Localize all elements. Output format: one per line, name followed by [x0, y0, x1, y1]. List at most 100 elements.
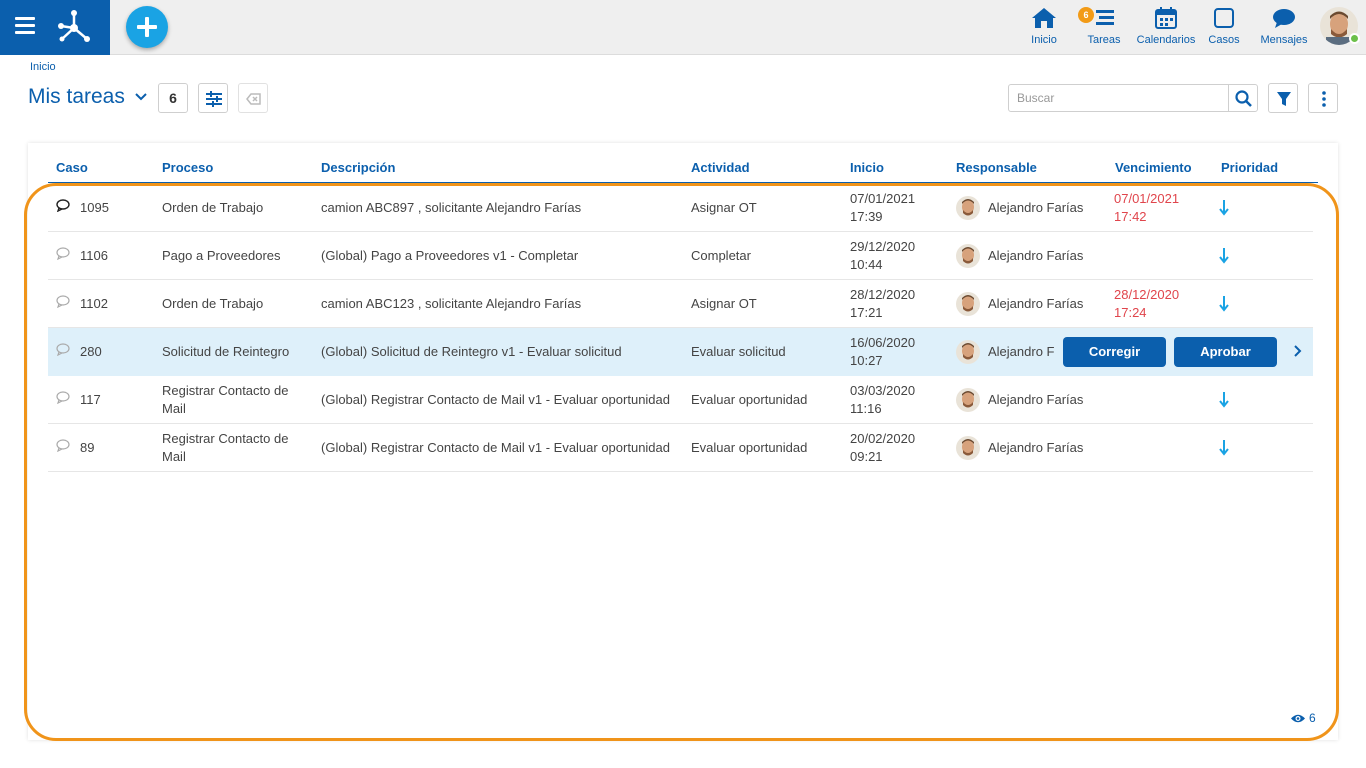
corregir-button[interactable]: Corregir	[1063, 337, 1166, 367]
page-title[interactable]: Mis tareas	[28, 85, 147, 109]
tasks-icon	[1096, 10, 1114, 25]
nav-tareas[interactable]: 6 Tareas	[1078, 6, 1122, 50]
comment-icon[interactable]	[56, 439, 70, 452]
cell-process: Orden de Trabajo	[162, 200, 264, 215]
visible-count: 6	[1290, 711, 1316, 725]
search-box	[1008, 84, 1258, 112]
cell-process: Orden de Trabajo	[162, 296, 264, 311]
cell-case: 280	[80, 344, 102, 359]
start-time: 17:39	[850, 209, 883, 224]
nav-casos-label: Casos	[1208, 34, 1240, 46]
cell-description: (Global) Registrar Contacto de Mail v1 -…	[321, 440, 671, 455]
search-input[interactable]	[1009, 85, 1228, 111]
col-header-proceso[interactable]: Proceso	[162, 160, 213, 175]
nav-calendarios-label: Calendarios	[1136, 34, 1196, 46]
cell-activity: Evaluar oportunidad	[691, 392, 808, 407]
col-header-caso[interactable]: Caso	[56, 160, 88, 175]
tasks-badge: 6	[1078, 7, 1094, 23]
table-row[interactable]: 89 Registrar Contacto de Mail (Global) Re…	[48, 424, 1313, 472]
responsible-avatar	[956, 292, 980, 316]
cell-case: 1102	[80, 296, 108, 311]
release-task-button[interactable]	[238, 83, 268, 113]
nav-casos[interactable]: Casos	[1206, 6, 1242, 50]
cell-responsible: Alejandro Farías	[988, 440, 1084, 455]
cell-start: 07/01/2021 17:39	[850, 190, 915, 226]
chevron-right-icon[interactable]	[1294, 345, 1302, 357]
start-date: 20/02/2020	[850, 431, 916, 446]
process-line: Mail	[162, 401, 186, 416]
col-header-prioridad[interactable]: Prioridad	[1221, 160, 1278, 175]
col-header-descripcion[interactable]: Descripción	[321, 160, 395, 175]
search-button[interactable]	[1228, 85, 1257, 111]
comment-icon[interactable]	[56, 343, 70, 356]
cell-description: (Global) Pago a Proveedores v1 - Complet…	[321, 248, 579, 263]
add-new-button[interactable]	[126, 6, 168, 48]
nav-mensajes[interactable]: Mensajes	[1258, 6, 1310, 50]
start-date: 16/06/2020	[850, 335, 916, 350]
table-row[interactable]: 1102 Orden de Trabajo camion ABC123 , so…	[48, 280, 1313, 328]
cell-activity: Asignar OT	[691, 200, 757, 215]
cell-due: 07/01/2021 17:42	[1114, 190, 1179, 226]
cell-responsible: Alejandro Farías	[988, 296, 1084, 311]
top-bar: Inicio 6 Tareas Calendarios Casos Mensaj…	[0, 0, 1366, 55]
comment-icon[interactable]	[56, 391, 70, 404]
more-options-button[interactable]	[1308, 83, 1338, 113]
cell-activity: Evaluar oportunidad	[691, 440, 808, 455]
col-header-actividad[interactable]: Actividad	[691, 160, 750, 175]
priority-low-icon	[1219, 440, 1229, 456]
cell-responsible: Alejandro Farías	[988, 392, 1084, 407]
comment-icon[interactable]	[56, 247, 70, 260]
col-header-vencimiento[interactable]: Vencimiento	[1115, 160, 1192, 175]
cell-activity: Completar	[691, 248, 751, 263]
cell-responsible: Alejandro Farías	[988, 248, 1084, 263]
cell-process: Registrar Contacto de Mail	[162, 382, 288, 418]
cell-responsible: Alejandro Farías	[988, 200, 1084, 215]
start-time: 10:27	[850, 353, 883, 368]
cell-activity: Asignar OT	[691, 296, 757, 311]
release-icon	[246, 93, 261, 105]
comment-icon[interactable]	[56, 295, 70, 308]
responsible-avatar	[956, 244, 980, 268]
online-status-dot	[1349, 33, 1360, 44]
aprobar-button[interactable]: Aprobar	[1174, 337, 1277, 367]
responsible-avatar	[956, 340, 980, 364]
col-header-responsable[interactable]: Responsable	[956, 160, 1037, 175]
table-row[interactable]: 117 Registrar Contacto de Mail (Global) R…	[48, 376, 1313, 424]
filter-button[interactable]	[1268, 83, 1298, 113]
column-settings-button[interactable]	[198, 83, 228, 113]
task-count: 6	[158, 83, 188, 113]
comment-icon[interactable]	[56, 199, 70, 212]
eye-icon	[1291, 715, 1305, 723]
calendar-icon	[1155, 7, 1177, 29]
start-time: 17:21	[850, 305, 883, 320]
cell-start: 29/12/2020 10:44	[850, 238, 915, 274]
table-row-selected[interactable]: 280 Solicitud de Reintegro (Global) Soli…	[48, 328, 1313, 376]
sliders-icon	[206, 91, 222, 107]
cell-process: Solicitud de Reintegro	[162, 344, 290, 359]
due-time: 17:24	[1114, 305, 1147, 320]
responsible-avatar	[956, 196, 980, 220]
table-row[interactable]: 1095 Orden de Trabajo camion ABC897 , so…	[48, 184, 1313, 232]
col-header-inicio[interactable]: Inicio	[850, 160, 884, 175]
cases-icon	[1214, 8, 1234, 28]
process-line: Registrar Contacto de	[162, 431, 289, 446]
nav-inicio[interactable]: Inicio	[1026, 6, 1062, 50]
start-date: 07/01/2021	[850, 191, 916, 206]
cell-start: 16/06/2020 10:27	[850, 334, 915, 370]
cell-process: Pago a Proveedores	[162, 248, 281, 263]
menu-icon[interactable]	[15, 17, 35, 35]
process-line: Mail	[162, 449, 186, 464]
due-time: 17:42	[1114, 209, 1147, 224]
start-time: 10:44	[850, 257, 883, 272]
cell-start: 20/02/2020 09:21	[850, 430, 915, 466]
nav-calendarios[interactable]: Calendarios	[1136, 6, 1196, 50]
due-date: 07/01/2021	[1114, 191, 1180, 206]
table-row[interactable]: 1106 Pago a Proveedores (Global) Pago a …	[48, 232, 1313, 280]
cell-case: 89	[80, 440, 95, 455]
nav-tareas-label: Tareas	[1087, 34, 1121, 46]
breadcrumb[interactable]: Inicio	[30, 61, 56, 73]
visible-count-value: 6	[1309, 711, 1316, 725]
search-icon	[1235, 90, 1252, 107]
start-date: 28/12/2020	[850, 287, 916, 302]
app-logo-icon[interactable]	[56, 8, 92, 44]
